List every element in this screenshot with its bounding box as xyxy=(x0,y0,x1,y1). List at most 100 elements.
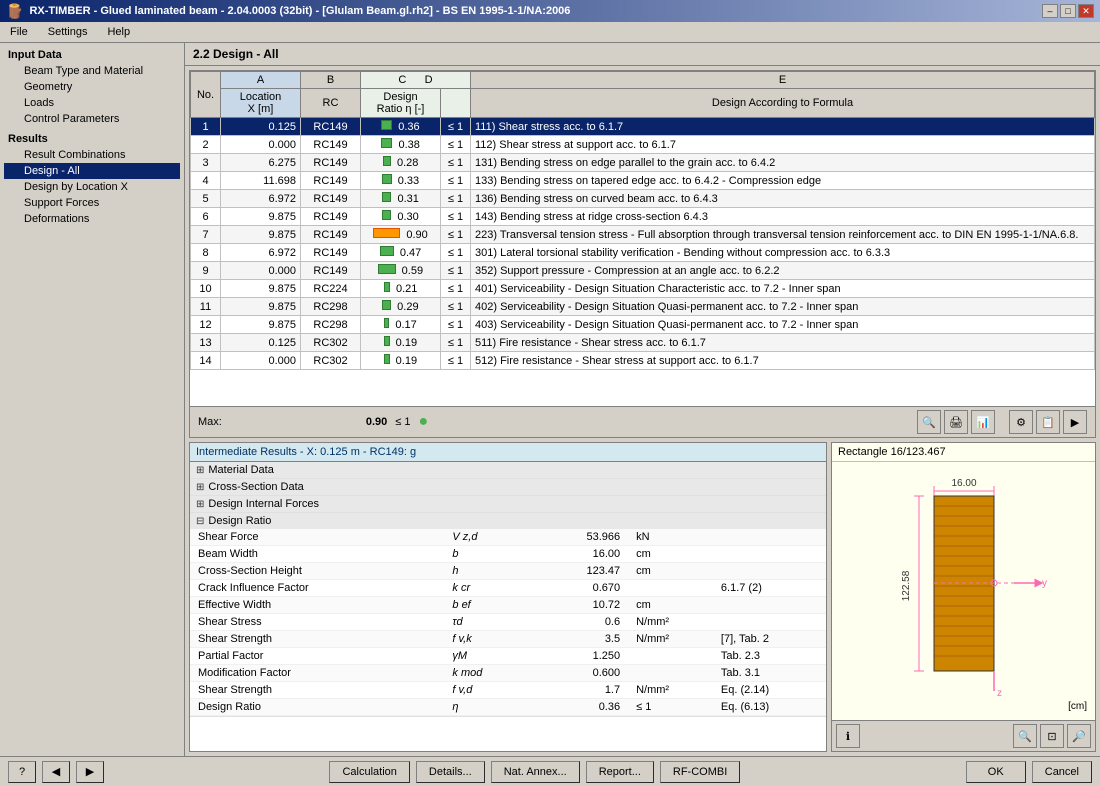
table-scroll-area[interactable]: No. A B C D E LocationX [m] RC DesignRat… xyxy=(190,71,1095,406)
int-symbol: γM xyxy=(444,648,529,665)
int-symbol: h xyxy=(444,563,529,580)
table-cell-rc: RC149 xyxy=(301,190,361,208)
sidebar-item-beam-type[interactable]: Beam Type and Material xyxy=(4,63,180,79)
col-header-b[interactable]: B xyxy=(301,72,361,89)
internal-forces-toggle[interactable]: ⊞ Design Internal Forces xyxy=(190,496,826,512)
table-cell-le: ≤ 1 xyxy=(441,172,471,190)
table-cell-rc: RC298 xyxy=(301,298,361,316)
sidebar-item-support-forces[interactable]: Support Forces xyxy=(4,195,180,211)
int-unit: kN xyxy=(628,529,713,546)
material-data-section: ⊞ Material Data xyxy=(190,462,826,479)
sidebar-item-design-by-location[interactable]: Design by Location X xyxy=(4,179,180,195)
table-row[interactable]: 8 6.972 RC149 0.47 ≤ 1 301) Lateral tors… xyxy=(191,244,1095,262)
view-btn-6[interactable]: ▶ xyxy=(1063,410,1087,434)
table-row[interactable]: 11 9.875 RC298 0.29 ≤ 1 402) Serviceabil… xyxy=(191,298,1095,316)
design-ratio-label: Design Ratio xyxy=(208,515,271,527)
table-cell-formula: 403) Serviceability - Design Situation Q… xyxy=(471,316,1095,334)
table-cell-no: 14 xyxy=(191,352,221,370)
cancel-button[interactable]: Cancel xyxy=(1032,761,1092,783)
view-btn-4[interactable]: ⚙ xyxy=(1009,410,1033,434)
int-ref xyxy=(713,529,826,546)
sidebar-item-geometry[interactable]: Geometry xyxy=(4,79,180,95)
int-label: Shear Force xyxy=(190,529,444,546)
sidebar-item-result-combinations[interactable]: Result Combinations xyxy=(4,147,180,163)
ok-button[interactable]: OK xyxy=(966,761,1026,783)
col-header-c[interactable]: C D xyxy=(361,72,471,89)
design-ratio-section: ⊟ Design Ratio Shear Force V z,d 53.966 … xyxy=(190,513,826,717)
help-button[interactable]: ? xyxy=(8,761,36,783)
table-cell-ratio: 0.33 xyxy=(361,172,441,190)
table-cell-ratio: 0.21 xyxy=(361,280,441,298)
report-button[interactable]: Report... xyxy=(586,761,654,783)
view-btn-5[interactable]: 📋 xyxy=(1036,410,1060,434)
table-cell-le: ≤ 1 xyxy=(441,244,471,262)
table-cell-rc: RC149 xyxy=(301,244,361,262)
table-row[interactable]: 6 9.875 RC149 0.30 ≤ 1 143) Bending stre… xyxy=(191,208,1095,226)
cross-section-toggle[interactable]: ⊞ Cross-Section Data xyxy=(190,479,826,495)
int-unit xyxy=(628,580,713,597)
col-header-a[interactable]: A xyxy=(221,72,301,89)
sidebar-item-deformations[interactable]: Deformations xyxy=(4,211,180,227)
next-button[interactable]: ▶ xyxy=(76,761,104,783)
nat-annex-button[interactable]: Nat. Annex... xyxy=(491,761,580,783)
menu-help[interactable]: Help xyxy=(101,24,136,40)
table-cell-ratio: 0.29 xyxy=(361,298,441,316)
sidebar-item-design-all[interactable]: Design - All xyxy=(4,163,180,179)
int-symbol: k mod xyxy=(444,665,529,682)
table-row[interactable]: 4 11.698 RC149 0.33 ≤ 1 133) Bending str… xyxy=(191,172,1095,190)
table-row[interactable]: 10 9.875 RC224 0.21 ≤ 1 401) Serviceabil… xyxy=(191,280,1095,298)
prev-button[interactable]: ◀ xyxy=(42,761,70,783)
table-row[interactable]: 5 6.972 RC149 0.31 ≤ 1 136) Bending stre… xyxy=(191,190,1095,208)
vis-zoom-in-btn[interactable]: 🔎 xyxy=(1067,724,1091,748)
menu-settings[interactable]: Settings xyxy=(42,24,94,40)
rf-combi-button[interactable]: RF-COMBI xyxy=(660,761,740,783)
close-button[interactable]: ✕ xyxy=(1078,4,1094,18)
details-button[interactable]: Details... xyxy=(416,761,485,783)
int-symbol: η xyxy=(444,699,529,716)
table-row[interactable]: 13 0.125 RC302 0.19 ≤ 1 511) Fire resist… xyxy=(191,334,1095,352)
int-ref: Tab. 3.1 xyxy=(713,665,826,682)
sidebar-item-control-params[interactable]: Control Parameters xyxy=(4,111,180,127)
table-cell-formula: 511) Fire resistance - Shear stress acc.… xyxy=(471,334,1095,352)
table-row[interactable]: 2 0.000 RC149 0.38 ≤ 1 112) Shear stress… xyxy=(191,136,1095,154)
vis-fit-btn[interactable]: ⊡ xyxy=(1040,724,1064,748)
table-cell-no: 4 xyxy=(191,172,221,190)
int-symbol: f v,k xyxy=(444,631,529,648)
view-btn-2[interactable]: 🖨 xyxy=(944,410,968,434)
table-cell-formula: 112) Shear stress at support acc. to 6.1… xyxy=(471,136,1095,154)
table-row[interactable]: 7 9.875 RC149 0.90 ≤ 1 223) Transversal … xyxy=(191,226,1095,244)
calculation-button[interactable]: Calculation xyxy=(329,761,409,783)
table-cell-ratio: 0.30 xyxy=(361,208,441,226)
table-cell-le: ≤ 1 xyxy=(441,334,471,352)
int-data-row: Shear Strength f v,k 3.5 N/mm² [7], Tab.… xyxy=(190,631,826,648)
design-ratio-toggle[interactable]: ⊟ Design Ratio xyxy=(190,513,826,529)
view-btn-3[interactable]: 📊 xyxy=(971,410,995,434)
svg-text:z: z xyxy=(997,688,1002,699)
int-data-row: Design Ratio η 0.36 ≤ 1 Eq. (6.13) xyxy=(190,699,826,716)
table-cell-le: ≤ 1 xyxy=(441,136,471,154)
int-value: 10.72 xyxy=(529,597,628,614)
col-header-e[interactable]: E xyxy=(471,72,1095,89)
table-cell-no: 8 xyxy=(191,244,221,262)
table-row[interactable]: 12 9.875 RC298 0.17 ≤ 1 403) Serviceabil… xyxy=(191,316,1095,334)
vis-zoom-out-btn[interactable]: 🔍 xyxy=(1013,724,1037,748)
material-data-toggle[interactable]: ⊞ Material Data xyxy=(190,462,826,478)
int-unit xyxy=(628,648,713,665)
int-unit xyxy=(628,665,713,682)
vis-info-btn[interactable]: ℹ xyxy=(836,724,860,748)
maximize-button[interactable]: □ xyxy=(1060,4,1076,18)
sidebar-item-loads[interactable]: Loads xyxy=(4,95,180,111)
table-cell-le: ≤ 1 xyxy=(441,208,471,226)
table-row[interactable]: 14 0.000 RC302 0.19 ≤ 1 512) Fire resist… xyxy=(191,352,1095,370)
table-cell-location: 9.875 xyxy=(221,316,301,334)
int-value: 0.6 xyxy=(529,614,628,631)
minimize-button[interactable]: – xyxy=(1042,4,1058,18)
table-row[interactable]: 9 0.000 RC149 0.59 ≤ 1 352) Support pres… xyxy=(191,262,1095,280)
sub-header-location: LocationX [m] xyxy=(221,89,301,118)
table-row[interactable]: 3 6.275 RC149 0.28 ≤ 1 131) Bending stre… xyxy=(191,154,1095,172)
int-label: Effective Width xyxy=(190,597,444,614)
bottom-bar: ? ◀ ▶ Calculation Details... Nat. Annex.… xyxy=(0,756,1100,786)
view-btn-1[interactable]: 🔍 xyxy=(917,410,941,434)
table-row[interactable]: 1 0.125 RC149 0.36 ≤ 1 111) Shear stress… xyxy=(191,118,1095,136)
menu-file[interactable]: File xyxy=(4,24,34,40)
